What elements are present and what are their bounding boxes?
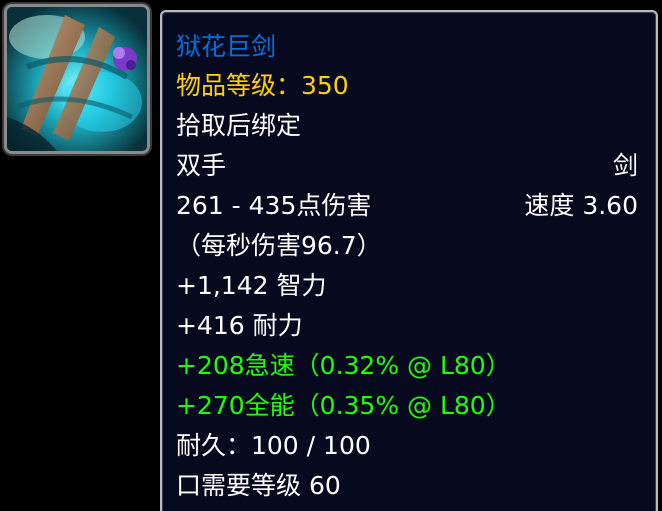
- binding-text: 拾取后绑定: [176, 111, 302, 140]
- damage-range: 261 - 435点伤害: [176, 191, 372, 220]
- stat-versatility: +270全能（0.35% @ L80）: [176, 391, 511, 420]
- attack-speed: 速度 3.60: [524, 191, 638, 220]
- stat-intellect: +1,142 智力: [176, 271, 327, 300]
- dps-text: （每秒伤害96.7）: [176, 231, 382, 260]
- item-name: 狱花巨剑: [176, 32, 277, 61]
- item-type: 剑: [612, 151, 638, 180]
- damage-row: 261 - 435点伤害 速度 3.60: [176, 186, 642, 226]
- slot-row: 双手 剑: [176, 146, 642, 186]
- stat-stamina: +416 耐力: [176, 311, 303, 340]
- required-level: 口需要等级 60: [176, 471, 341, 500]
- item-slot: 双手: [176, 151, 227, 180]
- sword-item-icon[interactable]: [4, 4, 150, 154]
- item-tooltip: 狱花巨剑 物品等级：350 拾取后绑定 双手 剑 261 - 435点伤害 速度…: [160, 10, 658, 511]
- stat-haste: +208急速（0.32% @ L80）: [176, 351, 511, 380]
- item-level: 物品等级：350: [176, 71, 349, 100]
- item-icon-art: [7, 7, 147, 151]
- durability-text: 耐久：100 / 100: [176, 431, 371, 460]
